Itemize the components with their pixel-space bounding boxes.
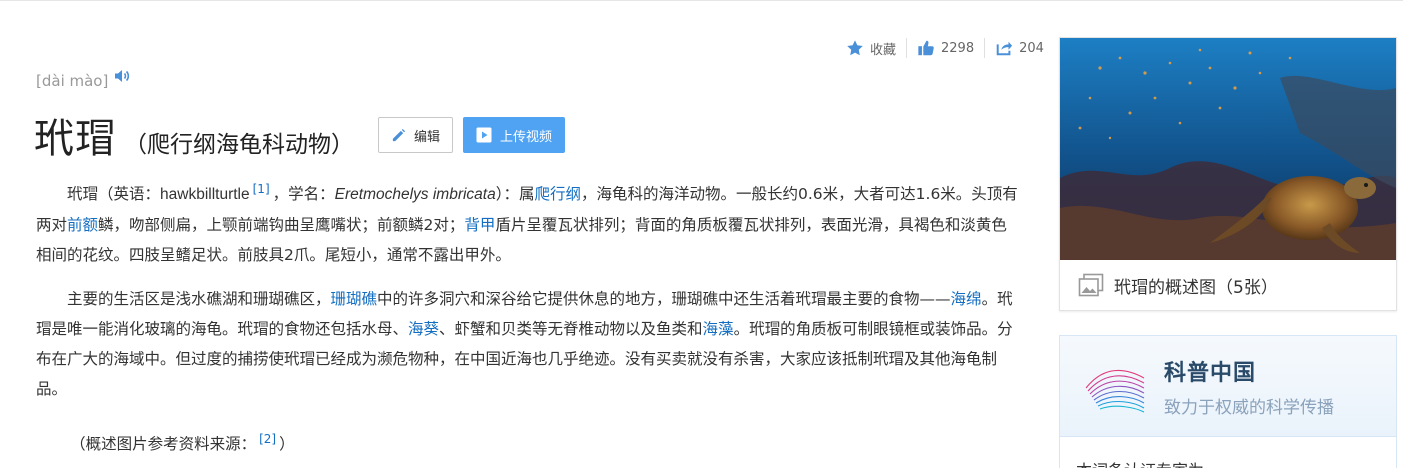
- pinyin-text: [dài mào]: [36, 72, 109, 90]
- entry-actions: 收藏 2298 204: [846, 36, 1054, 60]
- source-note-prefix: （概述图片参考资料来源：: [70, 435, 257, 453]
- page-subtitle: （爬行纲海龟科动物）: [124, 132, 354, 158]
- edit-label: 编辑: [414, 129, 441, 145]
- share-icon: [996, 41, 1013, 56]
- p1-text-5: 鳞，吻部侧扁，上颚前端钩曲呈鹰嘴状；前额鳞2对；: [98, 216, 465, 234]
- p1-text-2: ，学名：: [272, 185, 335, 203]
- upload-video-button[interactable]: 上传视频: [463, 117, 566, 153]
- like-button[interactable]: 2298: [906, 38, 984, 58]
- overview-album[interactable]: 玳瑁的概述图（5张）: [1059, 37, 1397, 311]
- p2-text-1: 主要的生活区是浅水礁湖和珊瑚礁区，: [67, 290, 331, 308]
- page-title: 玳瑁: [34, 116, 116, 162]
- turtle-photo: [1060, 38, 1396, 260]
- pronunciation: [dài mào]: [36, 69, 130, 90]
- link-reptilia[interactable]: 爬行纲: [534, 185, 581, 203]
- thumbs-up-icon: [918, 40, 934, 56]
- album-caption: 玳瑁的概述图（5张）: [1060, 260, 1396, 310]
- speaker-icon[interactable]: [114, 69, 130, 83]
- favorite-button[interactable]: 收藏: [846, 38, 906, 58]
- english-name: hawkbillturtle: [160, 186, 250, 203]
- album-caption-text: 玳瑁的概述图（5张）: [1114, 277, 1278, 298]
- upload-video-label: 上传视频: [500, 129, 553, 145]
- top-divider: [0, 0, 1403, 1]
- share-count: 204: [1019, 40, 1044, 56]
- reference-2[interactable]: [2]: [259, 432, 276, 446]
- summary-paragraph-2: 主要的生活区是浅水礁湖和珊瑚礁区，珊瑚礁中的许多洞穴和深谷给它提供休息的地方，珊…: [36, 284, 1022, 404]
- edit-button[interactable]: 编辑: [378, 117, 454, 153]
- link-anemone[interactable]: 海葵: [408, 320, 439, 338]
- kepu-text: 科普中国 致力于权威的科学传播: [1164, 355, 1334, 418]
- kepu-china-logo: [1085, 370, 1145, 413]
- image-source-note: （概述图片参考资料来源： [2]）: [36, 424, 1022, 459]
- kepu-slogan: 致力于权威的科学传播: [1164, 397, 1334, 418]
- p2-text-2: 中的许多洞穴和深谷给它提供休息的地方，珊瑚礁中还生活着玳瑁最主要的食物——: [377, 290, 951, 308]
- kepu-china-card: 科普中国 致力于权威的科学传播 本词条认证专家为: [1059, 335, 1397, 468]
- link-sponge[interactable]: 海绵: [951, 290, 982, 308]
- link-seaweed[interactable]: 海藻: [703, 320, 734, 338]
- favorite-label: 收藏: [870, 42, 897, 58]
- kepu-title: 科普中国: [1164, 360, 1257, 386]
- p1-text-3: ）：属: [495, 185, 535, 203]
- kepu-body: 本词条认证专家为: [1060, 436, 1396, 468]
- scientific-name: Eretmochelys imbricata: [334, 186, 496, 203]
- pencil-icon: [392, 128, 406, 141]
- share-button[interactable]: 204: [984, 38, 1054, 58]
- title-row: 玳瑁 （爬行纲海龟科动物） 编辑 上传视频: [34, 106, 566, 164]
- summary-paragraph-1: 玳瑁（英语：hawkbillturtle [1] ，学名：Eretmochelys …: [36, 174, 1022, 270]
- link-prefrontal[interactable]: 前额: [67, 216, 98, 234]
- gallery-icon: [1078, 273, 1104, 297]
- p2-text-4: 、虾蟹和贝类等无脊椎动物以及鱼类和: [439, 320, 703, 338]
- like-count: 2298: [941, 40, 975, 56]
- source-note-suffix: ）: [279, 435, 295, 453]
- reference-1[interactable]: [1]: [253, 182, 270, 196]
- video-play-icon: [476, 127, 492, 143]
- p1-text-1: 玳瑁（英语：: [67, 185, 161, 203]
- star-icon: [847, 40, 863, 56]
- kepu-header[interactable]: 科普中国 致力于权威的科学传播: [1060, 336, 1396, 436]
- link-carapace[interactable]: 背甲: [464, 216, 495, 234]
- link-coral-reef[interactable]: 珊瑚礁: [331, 290, 378, 308]
